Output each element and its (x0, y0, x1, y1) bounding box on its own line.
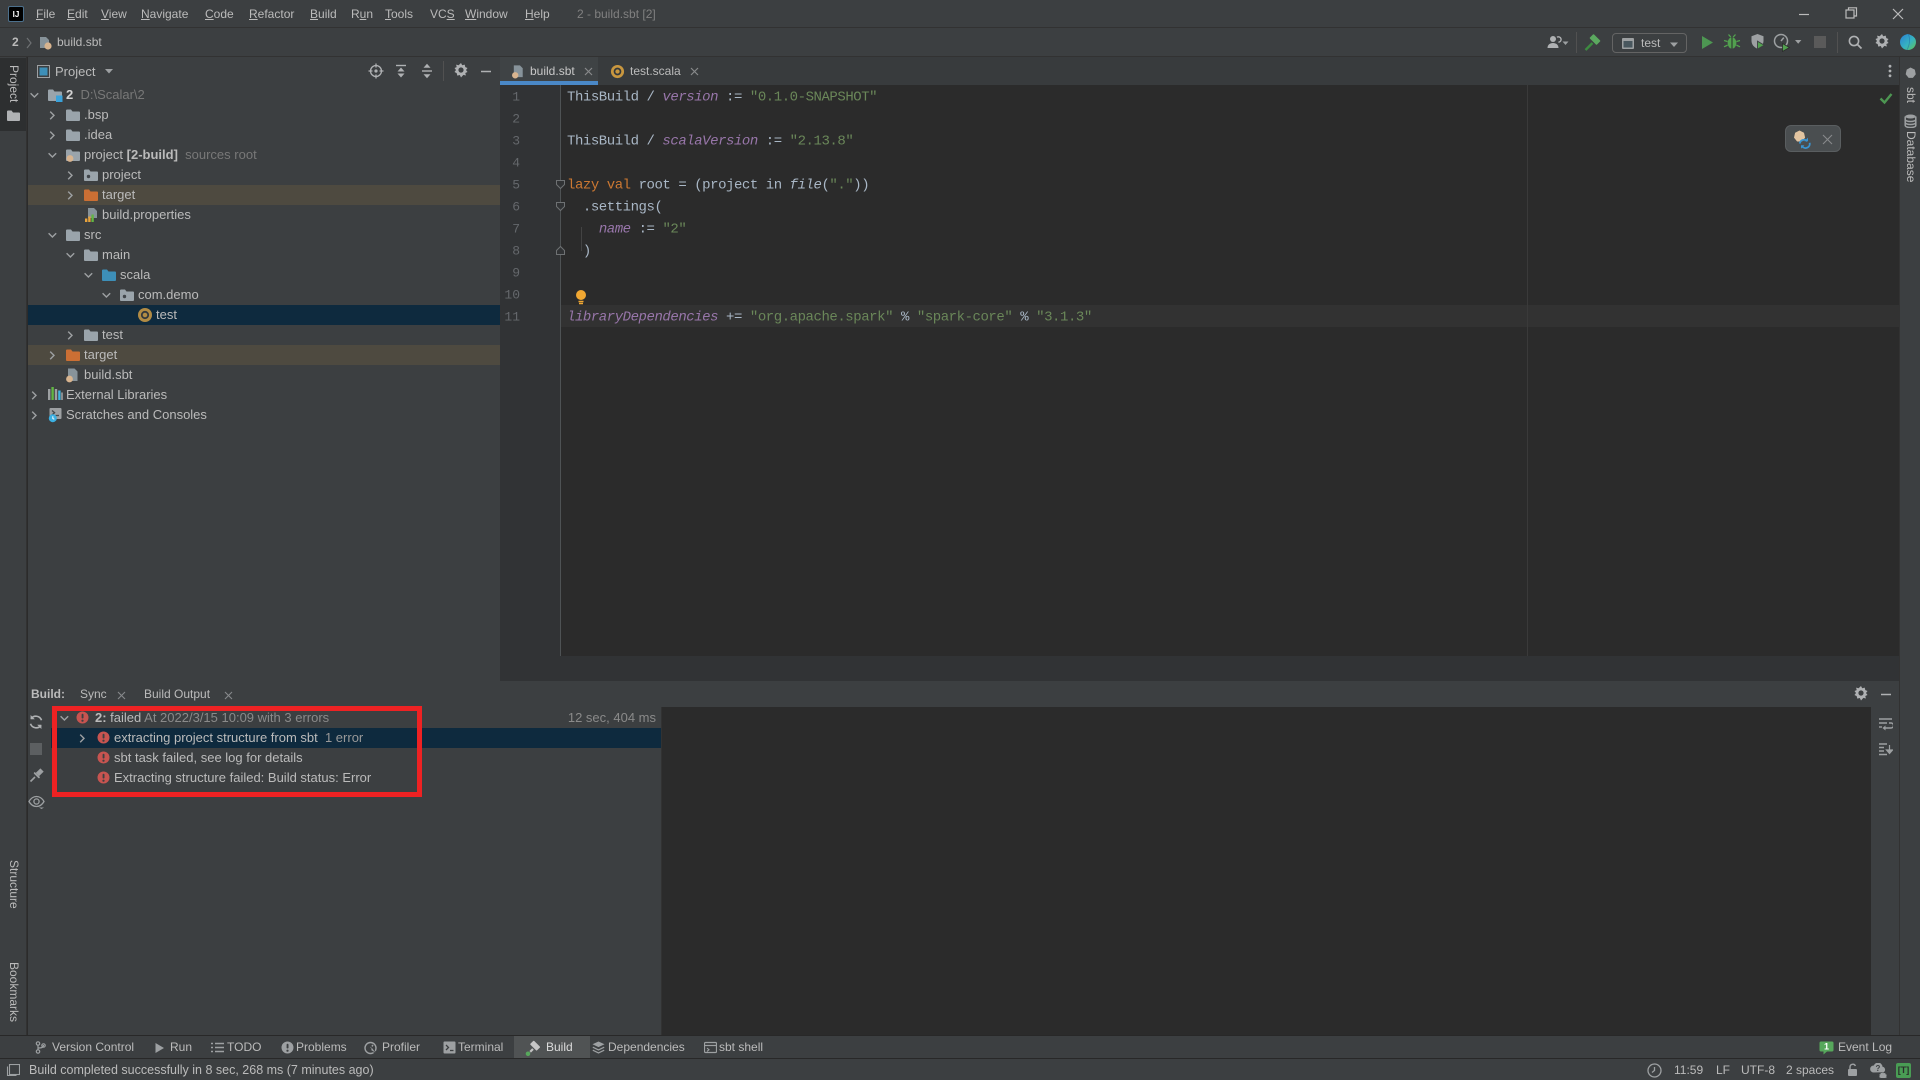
svg-text:1: 1 (1824, 1042, 1829, 1052)
svg-text:?: ? (1876, 1064, 1881, 1073)
